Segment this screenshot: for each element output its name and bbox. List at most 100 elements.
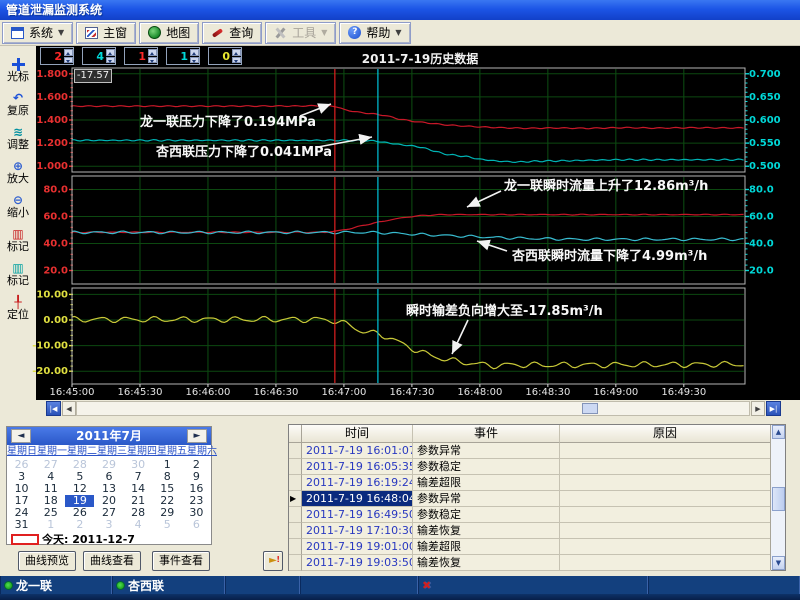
calendar-month-title: 2011年7月	[76, 429, 142, 443]
calendar-day[interactable]: 2	[65, 519, 94, 531]
table-row[interactable]: 2011-7-19 17:10:30输差恢复	[289, 523, 785, 539]
event-time-cell[interactable]: 2011-7-19 16:49:50	[302, 507, 413, 523]
zoom-in-tool[interactable]: ⊕ 放大	[0, 160, 36, 185]
window-title: 管道泄漏监测系统	[6, 3, 102, 17]
calendar-today-row: 今天: 2011-12-7	[7, 532, 211, 546]
spinner-up-button[interactable]	[232, 49, 241, 56]
calendar-day[interactable]: 4	[124, 519, 153, 531]
event-time-cell[interactable]: 2011-7-19 19:01:00	[302, 539, 413, 555]
chevron-down-icon: ▼	[395, 28, 401, 37]
event-time-cell[interactable]: 2011-7-19 19:03:50	[302, 555, 413, 571]
spinner-up-button[interactable]	[106, 49, 115, 56]
column-header-2[interactable]: 原因	[560, 425, 771, 443]
event-time-cell[interactable]: 2011-7-19 17:10:30	[302, 523, 413, 539]
table-row[interactable]: 2011-7-19 19:01:00输差超限	[289, 539, 785, 555]
column-header-0[interactable]: 时间	[302, 425, 413, 443]
event-type-cell[interactable]: 输差超限	[413, 475, 560, 491]
scroll-up-button[interactable]: ▲	[772, 425, 785, 439]
zoom-out-tool[interactable]: ⊖ 缩小	[0, 194, 36, 219]
chevron-down-icon: ▼	[58, 28, 64, 37]
open-record-button[interactable]: ►	[263, 551, 283, 571]
event-view-button[interactable]: 事件查看	[152, 551, 210, 571]
table-row[interactable]: 2011-7-19 16:49:50参数稳定	[289, 507, 785, 523]
main-window-button[interactable]: 主窗	[76, 22, 136, 44]
curve-preview-button[interactable]: 曲线预览	[18, 551, 76, 571]
cursor-tool[interactable]: 光标	[0, 58, 36, 83]
event-type-cell[interactable]: 输差超限	[413, 539, 560, 555]
curve-spinner-0[interactable]: 2	[40, 47, 74, 65]
scroll-last-button[interactable]: ▶|	[766, 401, 781, 416]
spinner-up-button[interactable]	[148, 49, 157, 56]
spinner-up-button[interactable]	[64, 49, 73, 56]
table-row[interactable]: 2011-7-19 16:19:24输差超限	[289, 475, 785, 491]
network-error-icon: ✖	[422, 579, 431, 592]
scroll-right-button[interactable]: ▶	[751, 401, 765, 416]
event-reason-cell[interactable]	[560, 507, 771, 523]
system-menu-button[interactable]: 系统 ▼	[2, 22, 73, 44]
calendar-next-month-button[interactable]: ►	[187, 429, 207, 443]
mark-red-tool[interactable]: ▥ 标记	[0, 228, 36, 253]
table-gutter-header	[289, 425, 302, 443]
calendar-prev-month-button[interactable]: ◄	[11, 429, 31, 443]
spinner-down-button[interactable]	[64, 57, 73, 64]
spinner-down-button[interactable]	[148, 57, 157, 64]
scroll-left-button[interactable]: ◀	[62, 401, 76, 416]
event-reason-cell[interactable]	[560, 459, 771, 475]
scrollbar-thumb[interactable]	[582, 403, 598, 414]
status-bar-strip	[0, 594, 800, 600]
table-row[interactable]: 2011-7-19 16:01:07参数异常	[289, 443, 785, 459]
event-reason-cell[interactable]	[560, 555, 771, 571]
column-header-1[interactable]: 事件	[413, 425, 560, 443]
curve-spinner-3[interactable]: 1	[166, 47, 200, 65]
help-menu-button[interactable]: ? 帮助 ▼	[339, 22, 410, 44]
scrollbar-thumb[interactable]	[772, 487, 785, 511]
event-type-cell[interactable]: 参数异常	[413, 443, 560, 459]
curve-view-button[interactable]: 曲线查看	[83, 551, 141, 571]
restore-tool[interactable]: ↶ 复原	[0, 92, 36, 117]
window-titlebar[interactable]: 管道泄漏监测系统	[0, 0, 800, 20]
curve-spinner-1[interactable]: 4	[82, 47, 116, 65]
event-time-cell[interactable]: 2011-7-19 16:19:24	[302, 475, 413, 491]
event-table-header: 时间事件原因	[289, 425, 785, 443]
spinner-down-button[interactable]	[232, 57, 241, 64]
table-row[interactable]: 2011-7-19 16:05:35参数稳定	[289, 459, 785, 475]
today-marker-box[interactable]	[11, 534, 39, 545]
scroll-first-button[interactable]: |◀	[46, 401, 61, 416]
event-type-cell[interactable]: 输差恢复	[413, 555, 560, 571]
calendar-day[interactable]: 3	[94, 519, 123, 531]
event-type-cell[interactable]: 参数稳定	[413, 507, 560, 523]
calendar-day[interactable]: 1	[36, 519, 65, 531]
event-reason-cell[interactable]	[560, 443, 771, 459]
adjust-tool[interactable]: ≋ 调整	[0, 126, 36, 151]
event-reason-cell[interactable]	[560, 539, 771, 555]
table-row[interactable]: ▶2011-7-19 16:48:04参数异常	[289, 491, 785, 507]
main-window-icon	[85, 27, 98, 39]
main-toolbar: 系统 ▼ 主窗 地图 查询 工具 ▼ ? 帮助 ▼	[0, 20, 800, 46]
spinner-down-button[interactable]	[190, 57, 199, 64]
event-reason-cell[interactable]	[560, 523, 771, 539]
mark-cyan-tool[interactable]: ▥ 标记	[0, 262, 36, 287]
map-button[interactable]: 地图	[139, 22, 199, 44]
spinner-up-button[interactable]	[190, 49, 199, 56]
spinner-down-button[interactable]	[106, 57, 115, 64]
calendar-day[interactable]: 5	[153, 519, 182, 531]
event-reason-cell[interactable]	[560, 475, 771, 491]
event-type-cell[interactable]: 输差恢复	[413, 523, 560, 539]
calendar-day[interactable]: 6	[182, 519, 211, 531]
row-marker	[289, 443, 302, 459]
query-button[interactable]: 查询	[202, 22, 262, 44]
scrollbar-track[interactable]	[76, 401, 750, 416]
scroll-down-button[interactable]: ▼	[772, 556, 785, 570]
locate-tool[interactable]: ╀ 定位	[0, 296, 36, 321]
event-type-cell[interactable]: 参数稳定	[413, 459, 560, 475]
event-time-cell[interactable]: 2011-7-19 16:05:35	[302, 459, 413, 475]
weekday-label: 星期三	[97, 445, 127, 459]
event-type-cell[interactable]: 参数异常	[413, 491, 560, 507]
event-reason-cell[interactable]	[560, 491, 771, 507]
curve-spinner-2[interactable]: 1	[124, 47, 158, 65]
table-row[interactable]: 2011-7-19 19:03:50输差恢复	[289, 555, 785, 571]
event-time-cell[interactable]: 2011-7-19 16:01:07	[302, 443, 413, 459]
event-time-cell[interactable]: 2011-7-19 16:48:04	[302, 491, 413, 507]
calendar-day[interactable]: 31	[7, 519, 36, 531]
curve-spinner-4[interactable]: 0	[208, 47, 242, 65]
